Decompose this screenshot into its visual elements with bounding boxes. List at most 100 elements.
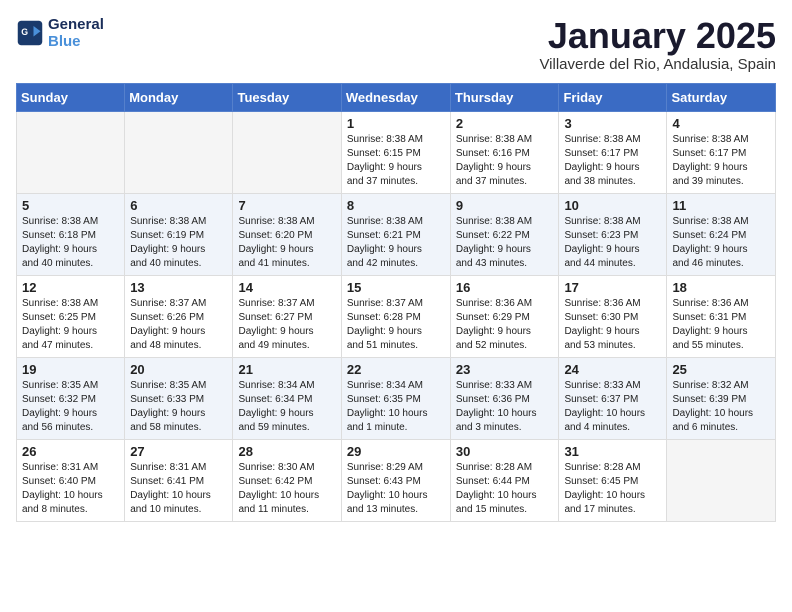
day-number: 1 xyxy=(347,116,445,131)
day-info: Sunrise: 8:38 AM Sunset: 6:23 PM Dayligh… xyxy=(564,215,661,271)
day-number: 8 xyxy=(347,198,445,213)
day-info: Sunrise: 8:31 AM Sunset: 6:40 PM Dayligh… xyxy=(22,461,119,517)
calendar-day-cell: 8 Sunrise: 8:38 AM Sunset: 6:21 PM Daylig… xyxy=(341,193,450,275)
day-info: Sunrise: 8:37 AM Sunset: 6:28 PM Dayligh… xyxy=(347,297,445,353)
weekday-header-row: SundayMondayTuesdayWednesdayThursdayFrid… xyxy=(17,83,776,111)
weekday-header-saturday: Saturday xyxy=(667,83,776,111)
day-info: Sunrise: 8:38 AM Sunset: 6:17 PM Dayligh… xyxy=(564,133,661,189)
calendar-day-cell: 2 Sunrise: 8:38 AM Sunset: 6:16 PM Daylig… xyxy=(450,111,559,193)
day-number: 25 xyxy=(672,362,770,377)
day-number: 11 xyxy=(672,198,770,213)
calendar-day-cell: 1Sunrise: 8:38 AM Sunset: 6:15 PM Daylig… xyxy=(341,111,450,193)
calendar-day-cell: 14 Sunrise: 8:37 AM Sunset: 6:27 PM Dayli… xyxy=(233,275,341,357)
calendar-empty-cell xyxy=(17,111,125,193)
calendar-day-cell: 25 Sunrise: 8:32 AM Sunset: 6:39 PM Dayli… xyxy=(667,357,776,439)
day-info: Sunrise: 8:38 AM Sunset: 6:16 PM Dayligh… xyxy=(456,133,554,189)
weekday-header-friday: Friday xyxy=(559,83,667,111)
day-number: 19 xyxy=(22,362,119,377)
day-number: 18 xyxy=(672,280,770,295)
day-number: 24 xyxy=(564,362,661,377)
day-info: Sunrise: 8:38 AM Sunset: 6:21 PM Dayligh… xyxy=(347,215,445,271)
calendar-day-cell: 21 Sunrise: 8:34 AM Sunset: 6:34 PM Dayli… xyxy=(233,357,341,439)
day-info: Sunrise: 8:37 AM Sunset: 6:27 PM Dayligh… xyxy=(238,297,335,353)
calendar-day-cell: 6Sunrise: 8:38 AM Sunset: 6:19 PM Daylig… xyxy=(125,193,233,275)
day-number: 2 xyxy=(456,116,554,131)
calendar-week-row: 26 Sunrise: 8:31 AM Sunset: 6:40 PM Dayli… xyxy=(17,439,776,521)
day-info: Sunrise: 8:35 AM Sunset: 6:33 PM Dayligh… xyxy=(130,379,227,435)
day-info: Sunrise: 8:29 AM Sunset: 6:43 PM Dayligh… xyxy=(347,461,445,517)
weekday-header-thursday: Thursday xyxy=(450,83,559,111)
logo-text: General Blue xyxy=(48,16,104,50)
day-number: 27 xyxy=(130,444,227,459)
calendar-day-cell: 28Sunrise: 8:30 AM Sunset: 6:42 PM Dayli… xyxy=(233,439,341,521)
calendar-day-cell: 30Sunrise: 8:28 AM Sunset: 6:44 PM Dayli… xyxy=(450,439,559,521)
day-info: Sunrise: 8:38 AM Sunset: 6:25 PM Dayligh… xyxy=(22,297,119,353)
calendar-empty-cell xyxy=(125,111,233,193)
calendar-day-cell: 15Sunrise: 8:37 AM Sunset: 6:28 PM Dayli… xyxy=(341,275,450,357)
page-header: G General Blue January 2025 Villaverde d… xyxy=(16,16,776,73)
day-info: Sunrise: 8:36 AM Sunset: 6:30 PM Dayligh… xyxy=(564,297,661,353)
calendar-day-cell: 23 Sunrise: 8:33 AM Sunset: 6:36 PM Dayli… xyxy=(450,357,559,439)
day-info: Sunrise: 8:34 AM Sunset: 6:35 PM Dayligh… xyxy=(347,379,445,435)
day-info: Sunrise: 8:31 AM Sunset: 6:41 PM Dayligh… xyxy=(130,461,227,517)
calendar-day-cell: 7 Sunrise: 8:38 AM Sunset: 6:20 PM Daylig… xyxy=(233,193,341,275)
day-number: 17 xyxy=(564,280,661,295)
day-info: Sunrise: 8:32 AM Sunset: 6:39 PM Dayligh… xyxy=(672,379,770,435)
calendar-day-cell: 12Sunrise: 8:38 AM Sunset: 6:25 PM Dayli… xyxy=(17,275,125,357)
day-number: 9 xyxy=(456,198,554,213)
title-block: January 2025 Villaverde del Rio, Andalus… xyxy=(539,16,776,73)
day-number: 10 xyxy=(564,198,661,213)
svg-text:G: G xyxy=(21,27,28,37)
day-info: Sunrise: 8:34 AM Sunset: 6:34 PM Dayligh… xyxy=(238,379,335,435)
calendar-day-cell: 11 Sunrise: 8:38 AM Sunset: 6:24 PM Dayli… xyxy=(667,193,776,275)
day-number: 26 xyxy=(22,444,119,459)
calendar-day-cell: 10 Sunrise: 8:38 AM Sunset: 6:23 PM Dayli… xyxy=(559,193,667,275)
calendar-day-cell: 5 Sunrise: 8:38 AM Sunset: 6:18 PM Daylig… xyxy=(17,193,125,275)
day-number: 29 xyxy=(347,444,445,459)
calendar-day-cell: 24Sunrise: 8:33 AM Sunset: 6:37 PM Dayli… xyxy=(559,357,667,439)
calendar-empty-cell xyxy=(233,111,341,193)
day-number: 4 xyxy=(672,116,770,131)
day-info: Sunrise: 8:37 AM Sunset: 6:26 PM Dayligh… xyxy=(130,297,227,353)
calendar-week-row: 5 Sunrise: 8:38 AM Sunset: 6:18 PM Daylig… xyxy=(17,193,776,275)
day-info: Sunrise: 8:38 AM Sunset: 6:22 PM Dayligh… xyxy=(456,215,554,271)
day-number: 16 xyxy=(456,280,554,295)
day-info: Sunrise: 8:38 AM Sunset: 6:18 PM Dayligh… xyxy=(22,215,119,271)
calendar-day-cell: 18Sunrise: 8:36 AM Sunset: 6:31 PM Dayli… xyxy=(667,275,776,357)
day-number: 14 xyxy=(238,280,335,295)
day-number: 3 xyxy=(564,116,661,131)
calendar-day-cell: 9 Sunrise: 8:38 AM Sunset: 6:22 PM Daylig… xyxy=(450,193,559,275)
day-number: 23 xyxy=(456,362,554,377)
calendar: SundayMondayTuesdayWednesdayThursdayFrid… xyxy=(16,83,776,522)
day-number: 20 xyxy=(130,362,227,377)
location: Villaverde del Rio, Andalusia, Spain xyxy=(539,56,776,73)
day-info: Sunrise: 8:38 AM Sunset: 6:20 PM Dayligh… xyxy=(238,215,335,271)
day-number: 7 xyxy=(238,198,335,213)
weekday-header-tuesday: Tuesday xyxy=(233,83,341,111)
weekday-header-sunday: Sunday xyxy=(17,83,125,111)
day-number: 5 xyxy=(22,198,119,213)
day-number: 30 xyxy=(456,444,554,459)
weekday-header-monday: Monday xyxy=(125,83,233,111)
day-number: 6 xyxy=(130,198,227,213)
calendar-week-row: 12Sunrise: 8:38 AM Sunset: 6:25 PM Dayli… xyxy=(17,275,776,357)
day-number: 13 xyxy=(130,280,227,295)
day-number: 31 xyxy=(564,444,661,459)
logo-icon: G xyxy=(16,19,44,47)
day-info: Sunrise: 8:33 AM Sunset: 6:36 PM Dayligh… xyxy=(456,379,554,435)
day-info: Sunrise: 8:36 AM Sunset: 6:29 PM Dayligh… xyxy=(456,297,554,353)
calendar-week-row: 19Sunrise: 8:35 AM Sunset: 6:32 PM Dayli… xyxy=(17,357,776,439)
calendar-day-cell: 3 Sunrise: 8:38 AM Sunset: 6:17 PM Daylig… xyxy=(559,111,667,193)
day-info: Sunrise: 8:28 AM Sunset: 6:45 PM Dayligh… xyxy=(564,461,661,517)
day-info: Sunrise: 8:38 AM Sunset: 6:24 PM Dayligh… xyxy=(672,215,770,271)
weekday-header-wednesday: Wednesday xyxy=(341,83,450,111)
day-info: Sunrise: 8:30 AM Sunset: 6:42 PM Dayligh… xyxy=(238,461,335,517)
day-number: 21 xyxy=(238,362,335,377)
calendar-day-cell: 26 Sunrise: 8:31 AM Sunset: 6:40 PM Dayli… xyxy=(17,439,125,521)
calendar-day-cell: 17 Sunrise: 8:36 AM Sunset: 6:30 PM Dayli… xyxy=(559,275,667,357)
calendar-day-cell: 29 Sunrise: 8:29 AM Sunset: 6:43 PM Dayli… xyxy=(341,439,450,521)
day-info: Sunrise: 8:38 AM Sunset: 6:17 PM Dayligh… xyxy=(672,133,770,189)
calendar-day-cell: 31 Sunrise: 8:28 AM Sunset: 6:45 PM Dayli… xyxy=(559,439,667,521)
calendar-empty-cell xyxy=(667,439,776,521)
calendar-day-cell: 16 Sunrise: 8:36 AM Sunset: 6:29 PM Dayli… xyxy=(450,275,559,357)
